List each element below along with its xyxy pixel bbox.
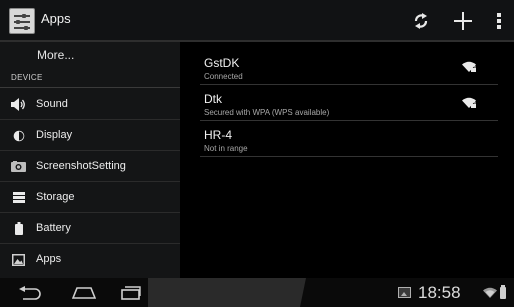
- network-name: Dtk: [204, 92, 222, 106]
- back-icon: [19, 285, 41, 300]
- refresh-scan-icon: [414, 13, 428, 29]
- sidebar-item-label: More...: [37, 48, 75, 62]
- overflow-menu-icon: [497, 13, 501, 29]
- sidebar-item-label: ScreenshotSetting: [36, 160, 126, 172]
- refresh-scan-button[interactable]: [404, 0, 438, 42]
- network-status: Not in range: [204, 144, 248, 153]
- sidebar-item-screenshotsetting[interactable]: ScreenshotSetting: [0, 151, 180, 182]
- settings-sidebar: More... DEVICE Sound Display ScreenshotS…: [0, 42, 180, 278]
- app-title: Apps: [41, 11, 71, 26]
- notification-shade-area[interactable]: [148, 278, 306, 307]
- sidebar-item-label: Battery: [36, 222, 71, 234]
- wifi-locked-icon: [462, 97, 476, 108]
- sidebar-item-label: Sound: [36, 98, 68, 110]
- brightness-icon: [11, 128, 26, 143]
- battery-icon: [11, 221, 26, 236]
- home-button[interactable]: [64, 278, 104, 307]
- action-bar: Apps: [0, 0, 514, 42]
- network-status: Secured with WPA (WPS available): [204, 108, 330, 117]
- add-icon: [454, 12, 472, 30]
- sidebar-item-storage[interactable]: Storage: [0, 182, 180, 213]
- settings-sliders-icon[interactable]: [9, 8, 35, 34]
- status-clock[interactable]: 18:58: [418, 283, 461, 303]
- wifi-status-icon: [483, 287, 497, 298]
- wifi-locked-icon: [462, 61, 476, 72]
- section-header-label: DEVICE: [11, 73, 43, 82]
- home-icon: [72, 286, 96, 299]
- slider-knob: [22, 14, 26, 18]
- battery-status-icon: [500, 285, 506, 299]
- back-button[interactable]: [12, 278, 48, 307]
- sidebar-item-label: Storage: [36, 191, 75, 203]
- sidebar-item-label: Apps: [36, 253, 62, 265]
- wifi-network-item[interactable]: HR-4 Not in range: [200, 122, 498, 157]
- recent-apps-icon: [121, 285, 141, 300]
- sidebar-item-more[interactable]: More...: [0, 42, 180, 65]
- slider-knob: [24, 26, 28, 30]
- sidebar-item-label: Display: [36, 129, 73, 141]
- sidebar-item-apps[interactable]: Apps: [0, 244, 180, 275]
- network-name: GstDK: [204, 56, 240, 70]
- system-navigation-bar: 18:58: [0, 278, 514, 307]
- speaker-icon: [11, 97, 26, 112]
- sidebar-item-battery[interactable]: Battery: [0, 213, 180, 244]
- wifi-network-item[interactable]: GstDK Connected: [200, 50, 498, 85]
- sidebar-item-sound[interactable]: Sound: [0, 89, 180, 120]
- apps-icon: [11, 252, 26, 267]
- network-status: Connected: [204, 72, 243, 81]
- sidebar-item-display[interactable]: Display: [0, 120, 180, 151]
- screenshot-notification-icon[interactable]: [398, 287, 411, 298]
- storage-icon: [11, 190, 26, 205]
- section-header-device: DEVICE: [0, 65, 180, 88]
- wifi-network-list: GstDK Connected Dtk Secured with WPA (WP…: [180, 42, 514, 278]
- camera-icon: [11, 159, 26, 174]
- recent-apps-button[interactable]: [116, 278, 146, 307]
- overflow-menu-button[interactable]: [488, 0, 510, 42]
- add-network-button[interactable]: [446, 0, 480, 42]
- wifi-network-item[interactable]: Dtk Secured with WPA (WPS available): [200, 86, 498, 121]
- network-name: HR-4: [204, 128, 233, 142]
- slider-knob: [16, 20, 20, 24]
